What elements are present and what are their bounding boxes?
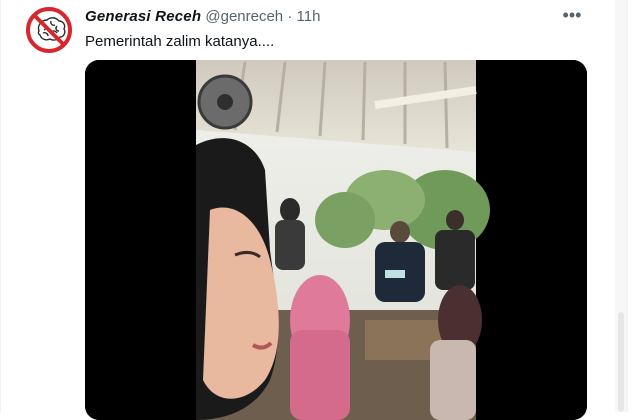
video-frame: [85, 60, 587, 420]
author-name[interactable]: Generasi Receh: [85, 8, 201, 25]
scrollbar[interactable]: [615, 0, 627, 412]
no-brain-icon: [25, 6, 73, 54]
author-handle[interactable]: @genreceh: [205, 8, 283, 25]
separator-dot: ·: [287, 8, 293, 25]
more-options-icon[interactable]: •••: [559, 4, 585, 30]
video-scene: [196, 60, 490, 420]
tweet-header: Generasi Receh @genreceh · 11h: [85, 7, 320, 27]
tweet-text: Pemerintah zalim katanya....: [85, 33, 275, 50]
tweet-card[interactable]: Generasi Receh @genreceh · 11h ••• Pemer…: [0, 0, 628, 420]
video-thumbnail[interactable]: [85, 60, 587, 420]
avatar[interactable]: [25, 6, 73, 54]
tweet-time[interactable]: 11h: [297, 8, 321, 25]
